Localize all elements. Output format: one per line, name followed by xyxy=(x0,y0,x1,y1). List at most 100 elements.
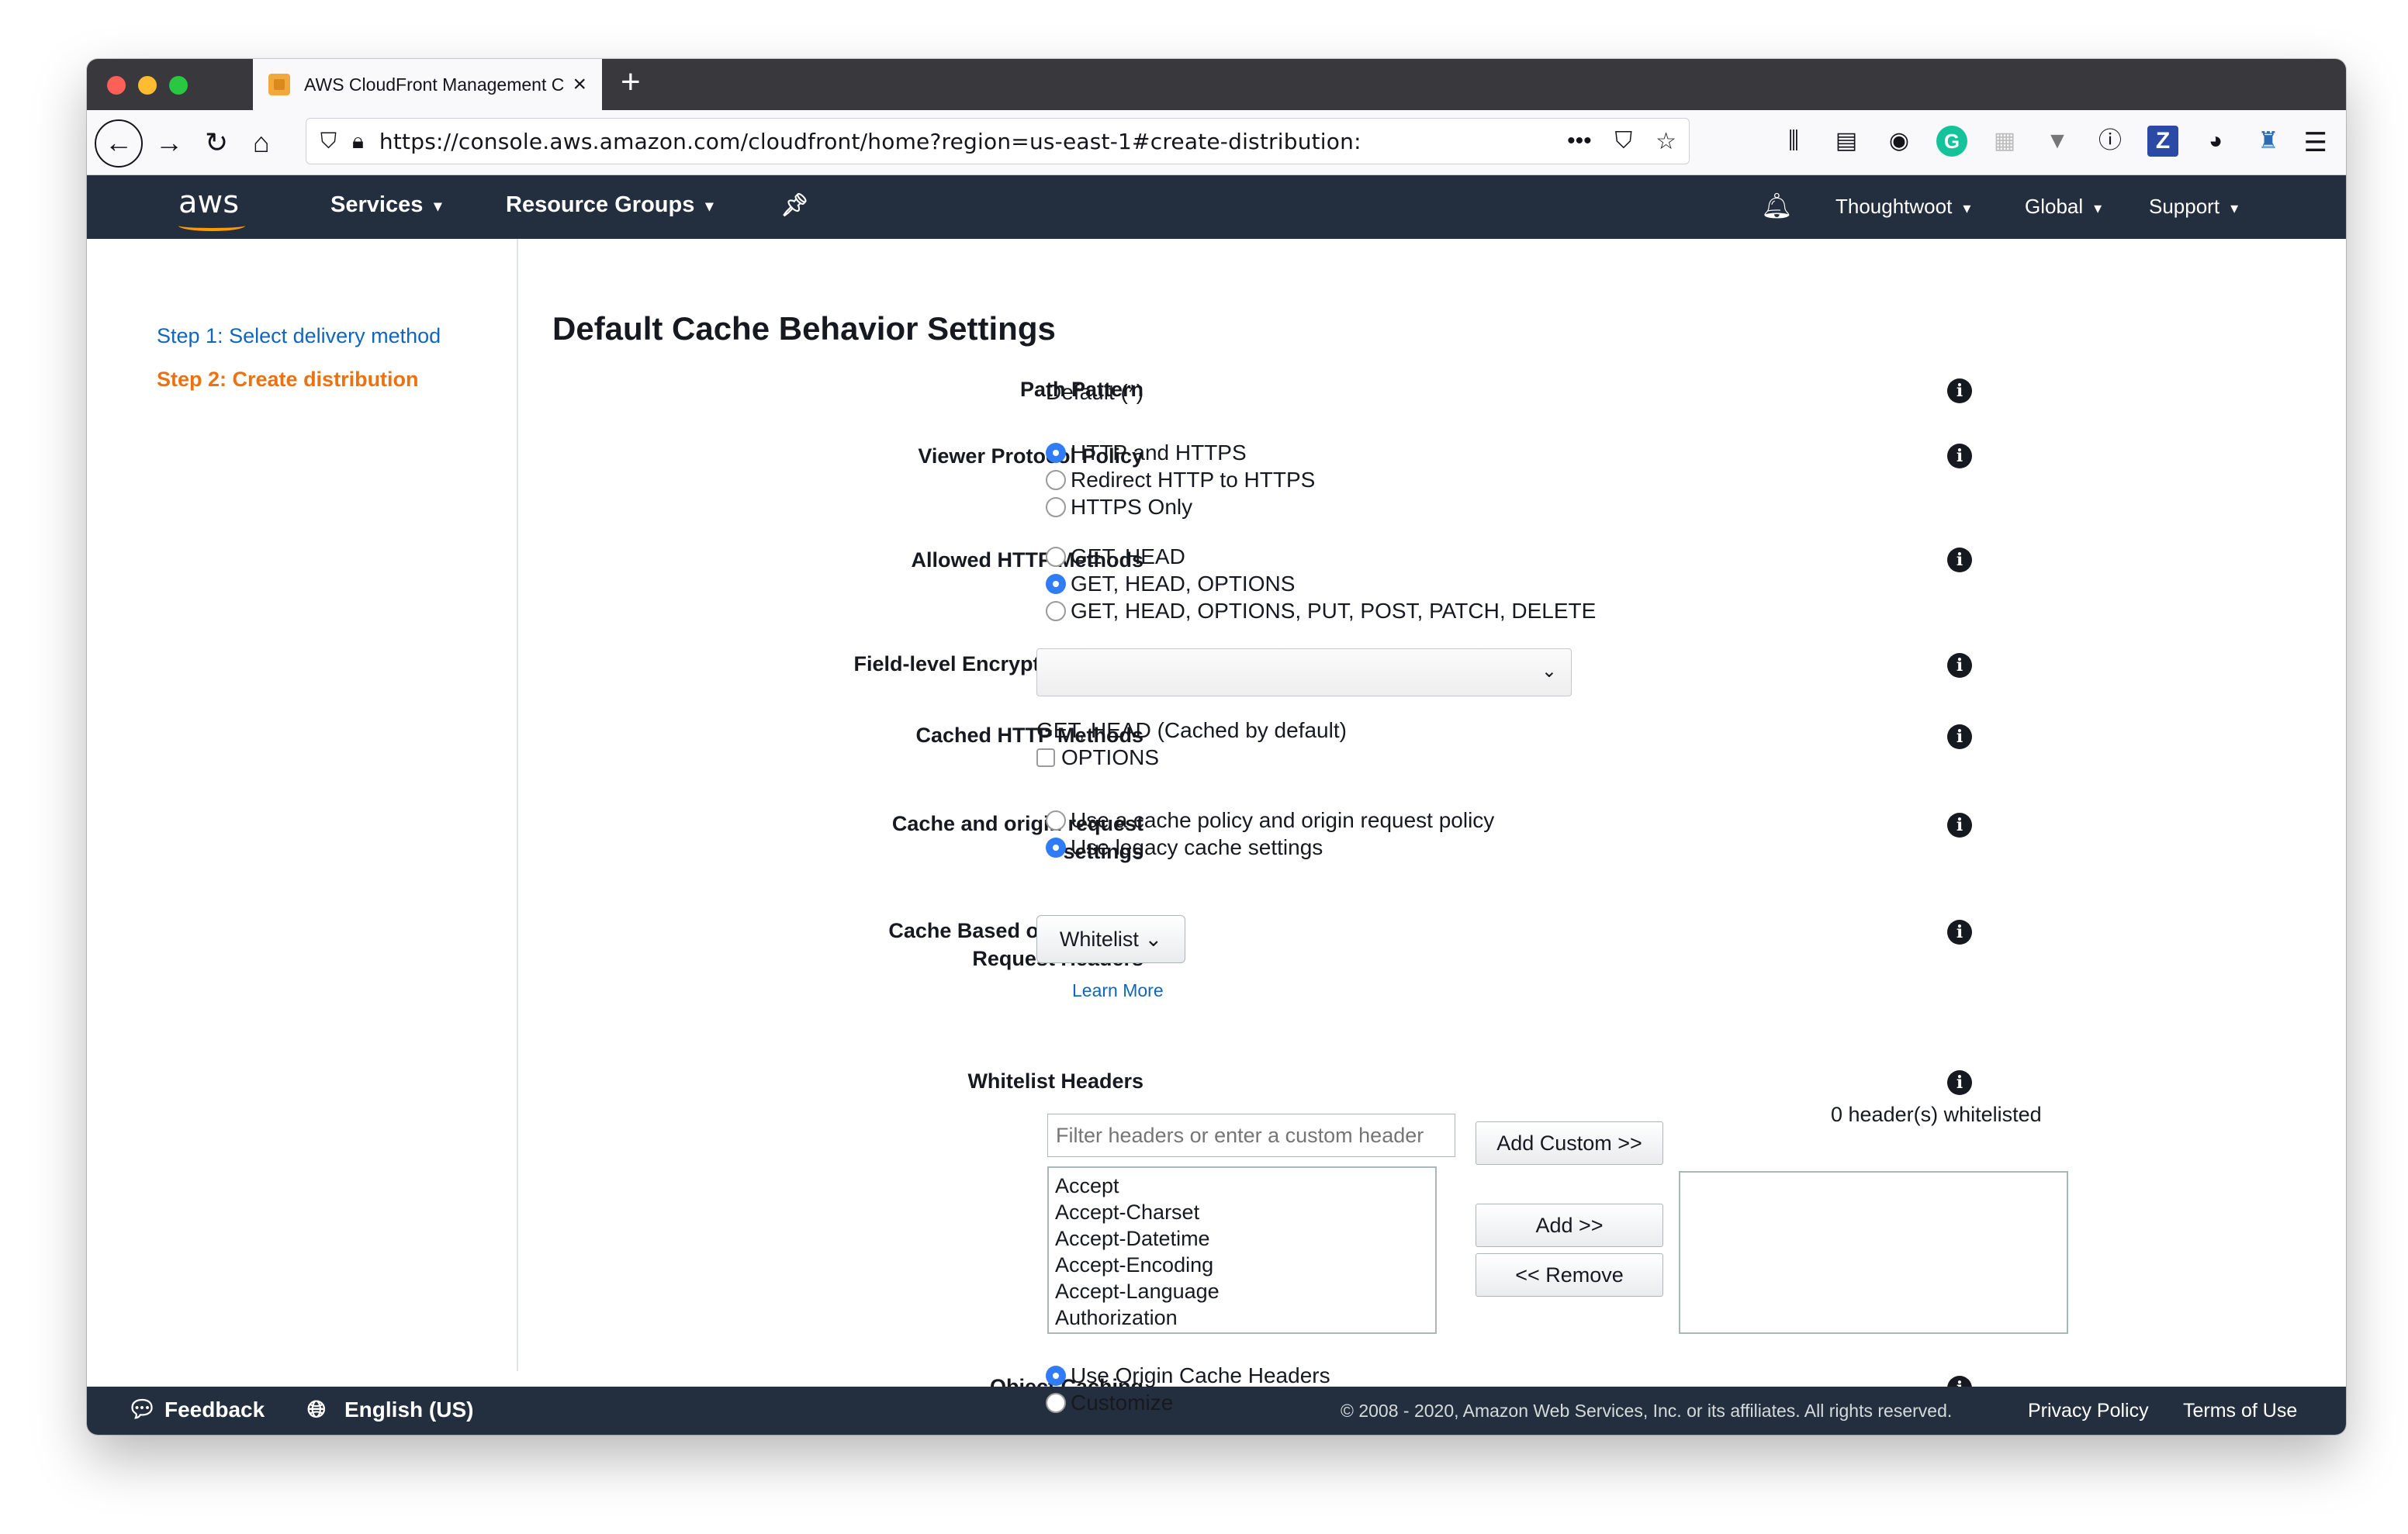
privacy-badger-icon[interactable]: ◕ xyxy=(2200,126,2231,157)
lock-icon[interactable]: 🔒︎ xyxy=(352,129,364,154)
learn-more-link[interactable]: Learn More xyxy=(1072,980,1164,1001)
aws-navbar: aws Services ▾ Resource Groups ▾ 📌︎ 🔔︎ Tho… xyxy=(87,175,2346,239)
available-headers-list[interactable]: Accept Accept-Charset Accept-Datetime Ac… xyxy=(1047,1166,1437,1334)
radio[interactable] xyxy=(1046,546,1066,567)
list-item[interactable]: Accept-Datetime xyxy=(1055,1225,1429,1252)
list-item[interactable]: Accept-Charset xyxy=(1055,1199,1429,1225)
feedback-label: Feedback xyxy=(164,1398,265,1422)
info-icon[interactable]: i xyxy=(1947,378,1972,403)
list-item[interactable]: Accept xyxy=(1055,1173,1429,1199)
viewer-protocol-option[interactable]: Redirect HTTP to HTTPS xyxy=(1046,466,1315,493)
bell-icon[interactable]: 🔔︎ xyxy=(1761,191,1793,220)
list-item[interactable]: Authorization xyxy=(1055,1304,1429,1331)
browser-toolbar: ← → ↻ ⌂ ⛉ 🔒︎ https://console.aws.amazon.… xyxy=(87,110,2346,175)
url-bar[interactable]: ⛉ 🔒︎ https://console.aws.amazon.com/clou… xyxy=(306,118,1690,164)
allowed-methods-option[interactable]: GET, HEAD xyxy=(1046,543,1596,570)
forward-arrow-icon[interactable]: → xyxy=(155,124,183,161)
radio-selected[interactable] xyxy=(1046,1365,1066,1386)
radio[interactable] xyxy=(1046,600,1066,621)
aws-smile-icon xyxy=(178,220,245,231)
viewer-protocol-option[interactable]: HTTP and HTTPS xyxy=(1046,439,1315,466)
language-selector[interactable]: 🌐︎ English (US) xyxy=(307,1398,473,1422)
field-level-encryption-select[interactable]: ⌄ xyxy=(1036,648,1572,696)
viewer-protocol-option[interactable]: HTTPS Only xyxy=(1046,493,1315,520)
bookmark-star-icon[interactable]: ☆ xyxy=(1656,128,1676,155)
close-tab-icon[interactable]: × xyxy=(573,73,586,96)
info-extension-icon[interactable]: ⓘ xyxy=(2095,126,2126,157)
whitelist-dropdown-button[interactable]: Whitelist ⌄ xyxy=(1036,915,1185,963)
radio[interactable] xyxy=(1046,496,1066,517)
info-icon[interactable]: i xyxy=(1947,813,1972,838)
list-item[interactable]: Accept-Language xyxy=(1055,1278,1429,1304)
account-menu[interactable]: Thoughtwoot ▾ xyxy=(1835,195,1970,219)
allowed-methods-option[interactable]: GET, HEAD, OPTIONS, PUT, POST, PATCH, DE… xyxy=(1046,597,1596,624)
filter-headers-input[interactable] xyxy=(1047,1114,1455,1157)
services-menu[interactable]: Services ▾ xyxy=(330,192,441,218)
add-button[interactable]: Add >> xyxy=(1476,1204,1663,1247)
radio[interactable] xyxy=(1046,810,1066,831)
chevron-down-icon: ⌄ xyxy=(1541,661,1557,682)
minimize-window-button[interactable] xyxy=(138,76,157,95)
options-checkbox-row[interactable]: OPTIONS xyxy=(1036,744,1347,771)
chevron-down-icon: ▾ xyxy=(434,197,442,215)
shield-icon[interactable]: ⛉ xyxy=(320,129,337,154)
account-icon[interactable]: ◉ xyxy=(1884,126,1915,157)
maximize-window-button[interactable] xyxy=(169,76,188,95)
radio[interactable] xyxy=(1046,469,1066,490)
new-tab-icon[interactable]: + xyxy=(621,65,641,99)
object-caching-option[interactable]: Use Origin Cache Headers xyxy=(1046,1362,1330,1389)
list-item[interactable]: Accept-Encoding xyxy=(1055,1252,1429,1278)
allowed-methods-option[interactable]: GET, HEAD, OPTIONS xyxy=(1046,570,1596,597)
sidebar-icon[interactable]: ▤ xyxy=(1831,126,1862,157)
url-text[interactable]: https://console.aws.amazon.com/cloudfron… xyxy=(379,129,1361,154)
menu-icon[interactable]: ☰ xyxy=(2304,127,2327,158)
support-menu[interactable]: Support ▾ xyxy=(2149,195,2238,219)
pin-icon[interactable]: 📌︎ xyxy=(780,192,809,219)
pocket-icon[interactable]: ⛉ xyxy=(1615,128,1633,154)
object-caching-option[interactable]: Customize xyxy=(1046,1389,1330,1416)
resource-groups-menu[interactable]: Resource Groups ▾ xyxy=(506,192,713,218)
language-label: English (US) xyxy=(344,1398,474,1422)
aws-logo[interactable]: aws xyxy=(178,185,239,220)
privacy-policy-link[interactable]: Privacy Policy xyxy=(2028,1400,2149,1422)
vue-devtools-icon[interactable]: ▼ xyxy=(2042,126,2073,157)
feedback-link[interactable]: 💬︎ Feedback xyxy=(127,1398,265,1422)
info-icon[interactable]: i xyxy=(1947,444,1972,468)
region-label: Global xyxy=(2025,195,2084,218)
reload-icon[interactable]: ↻ xyxy=(205,124,228,161)
back-arrow-icon[interactable]: ← xyxy=(95,119,143,168)
cache-origin-option[interactable]: Use legacy cache settings xyxy=(1046,834,1494,861)
info-icon[interactable]: i xyxy=(1947,653,1972,678)
remove-button[interactable]: << Remove xyxy=(1476,1253,1663,1297)
path-pattern-value: Default (*) xyxy=(1046,380,1144,404)
options-checkbox[interactable] xyxy=(1036,748,1055,767)
add-custom-button[interactable]: Add Custom >> xyxy=(1476,1121,1663,1165)
info-icon[interactable]: i xyxy=(1947,920,1972,945)
radio-selected[interactable] xyxy=(1046,573,1066,594)
zotero-icon[interactable]: Z xyxy=(2147,126,2178,157)
info-icon[interactable]: i xyxy=(1947,724,1972,749)
option-label: GET, HEAD, OPTIONS xyxy=(1071,572,1296,596)
allowed-methods-group: GET, HEAD GET, HEAD, OPTIONS GET, HEAD, … xyxy=(1046,543,1596,624)
cache-origin-option[interactable]: Use a cache policy and origin request po… xyxy=(1046,807,1494,834)
radio[interactable] xyxy=(1046,1392,1066,1413)
library-icon[interactable]: ⫼ xyxy=(1778,126,1809,157)
option-label: Use legacy cache settings xyxy=(1071,835,1323,859)
close-window-button[interactable] xyxy=(107,76,126,95)
more-actions-icon[interactable]: ••• xyxy=(1567,128,1592,154)
stamp-extension-icon[interactable]: ♜ xyxy=(2253,126,2284,157)
home-icon[interactable]: ⌂ xyxy=(253,124,270,161)
radio-selected[interactable] xyxy=(1046,442,1066,463)
chevron-down-icon: ⌄ xyxy=(1144,928,1163,951)
whitelisted-headers-list[interactable] xyxy=(1679,1171,2068,1334)
browser-tab-cloudfront[interactable]: AWS CloudFront Management C × xyxy=(253,59,602,110)
info-icon[interactable]: i xyxy=(1947,1070,1972,1095)
grammarly-icon[interactable]: G xyxy=(1936,126,1967,157)
radio-selected[interactable] xyxy=(1046,837,1066,858)
info-icon[interactable]: i xyxy=(1947,548,1972,572)
chevron-down-icon: ▾ xyxy=(705,197,714,215)
step1-link[interactable]: Step 1: Select delivery method xyxy=(157,324,441,348)
region-menu[interactable]: Global ▾ xyxy=(2025,195,2102,219)
terms-of-use-link[interactable]: Terms of Use xyxy=(2183,1400,2297,1422)
extension-grid-icon[interactable]: ▦ xyxy=(1989,126,2020,157)
